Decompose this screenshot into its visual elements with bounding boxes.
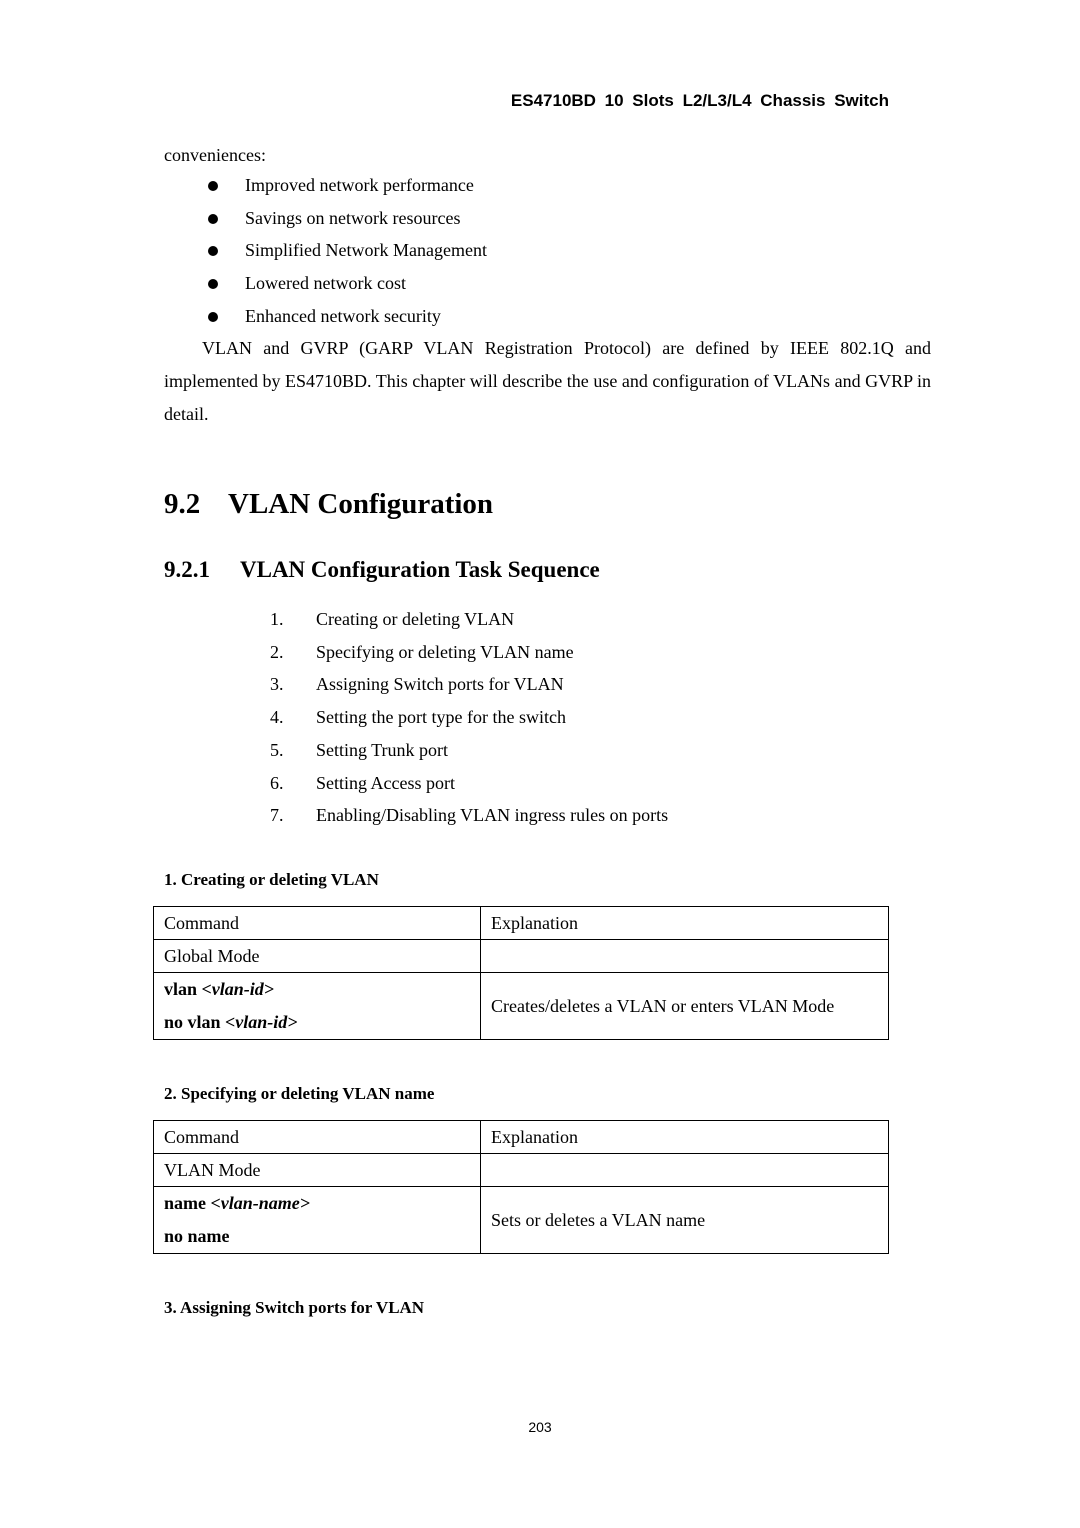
column-header-command: Command xyxy=(153,1120,481,1154)
list-item: 7. Enabling/Disabling VLAN ingress rules … xyxy=(270,805,669,826)
list-item: 3. Assigning Switch ports for VLAN xyxy=(270,674,564,695)
table-row: name <vlan-name> no name Sets or deletes… xyxy=(153,1186,889,1254)
explanation-cell: Creates/deletes a VLAN or enters VLAN Mo… xyxy=(480,972,889,1040)
command-line: vlan <vlan-id> xyxy=(164,979,275,999)
list-item: Simplified Network Management xyxy=(208,234,487,267)
section-title: VLAN Configuration xyxy=(228,488,494,520)
column-header-explanation: Explanation xyxy=(480,906,889,940)
list-item: 1. Creating or deleting VLAN xyxy=(270,609,515,629)
bullet-icon xyxy=(208,311,218,322)
table-heading: 2. Specifying or deleting VLAN name xyxy=(164,1084,435,1103)
empty-cell xyxy=(480,939,889,973)
table-row: Global Mode xyxy=(153,939,889,973)
command-cell: name <vlan-name> no name xyxy=(153,1186,481,1254)
bullet-icon xyxy=(208,213,218,224)
subsection-heading: 9.2.1 VLAN Configuration Task Sequence xyxy=(164,557,600,583)
subsection-title: VLAN Configuration Task Sequence xyxy=(240,557,600,582)
column-header-command: Command xyxy=(153,906,481,940)
page-number: 203 xyxy=(528,1419,552,1435)
intro-text: conveniences: xyxy=(164,145,266,165)
command-table: Command Explanation Global Mode vlan <vl… xyxy=(153,906,889,1040)
explanation-cell: Sets or deletes a VLAN name xyxy=(480,1186,889,1254)
table-row: VLAN Mode xyxy=(153,1153,889,1187)
empty-cell xyxy=(480,1153,889,1187)
column-header-explanation: Explanation xyxy=(480,1120,889,1154)
list-item: 4. Setting the port type for the switch xyxy=(270,707,566,728)
command-line: name <vlan-name> xyxy=(164,1193,311,1213)
subsection-number: 9.2.1 xyxy=(164,557,210,582)
table-header-row: Command Explanation xyxy=(153,906,889,940)
page-header: ES4710BD 10 Slots L2/L3/L4 Chassis Switc… xyxy=(510,91,889,110)
command-table: Command Explanation VLAN Mode name <vlan… xyxy=(153,1120,889,1254)
next-section-heading: 3. Assigning Switch ports for VLAN xyxy=(164,1298,425,1317)
section-heading: 9.2 VLAN Configuration xyxy=(164,488,493,521)
bullet-icon xyxy=(208,279,218,290)
list-item: 5. Setting Trunk port xyxy=(270,739,449,760)
bullet-icon xyxy=(208,181,218,191)
list-item: Improved network performance xyxy=(208,169,487,202)
table-header-row: Command Explanation xyxy=(153,1120,889,1154)
table-row: vlan <vlan-id> no vlan <vlan-id> Creates… xyxy=(153,972,889,1040)
benefits-list: Improved network performance Savings on … xyxy=(208,169,487,333)
command-cell: vlan <vlan-id> no vlan <vlan-id> xyxy=(153,972,481,1040)
bullet-icon xyxy=(208,246,218,257)
command-line: no name xyxy=(164,1226,230,1246)
table-heading: 1. Creating or deleting VLAN xyxy=(164,870,379,889)
list-item: Lowered network cost xyxy=(208,267,487,300)
list-item: Enhanced network security xyxy=(208,300,487,333)
list-item: Savings on network resources xyxy=(208,202,487,235)
list-item: 2. Specifying or deleting VLAN name xyxy=(270,641,574,662)
section-number: 9.2 xyxy=(164,488,201,520)
task-sequence-list: 1. Creating or deleting VLAN 2. Specifying… xyxy=(270,603,668,832)
mode-cell: Global Mode xyxy=(153,939,481,973)
body-paragraph: VLAN and GVRP (GARP VLAN Registration Pr… xyxy=(164,338,931,424)
command-line: no vlan <vlan-id> xyxy=(164,1012,298,1032)
list-item: 6. Setting Access port xyxy=(270,772,455,793)
mode-cell: VLAN Mode xyxy=(153,1153,481,1187)
